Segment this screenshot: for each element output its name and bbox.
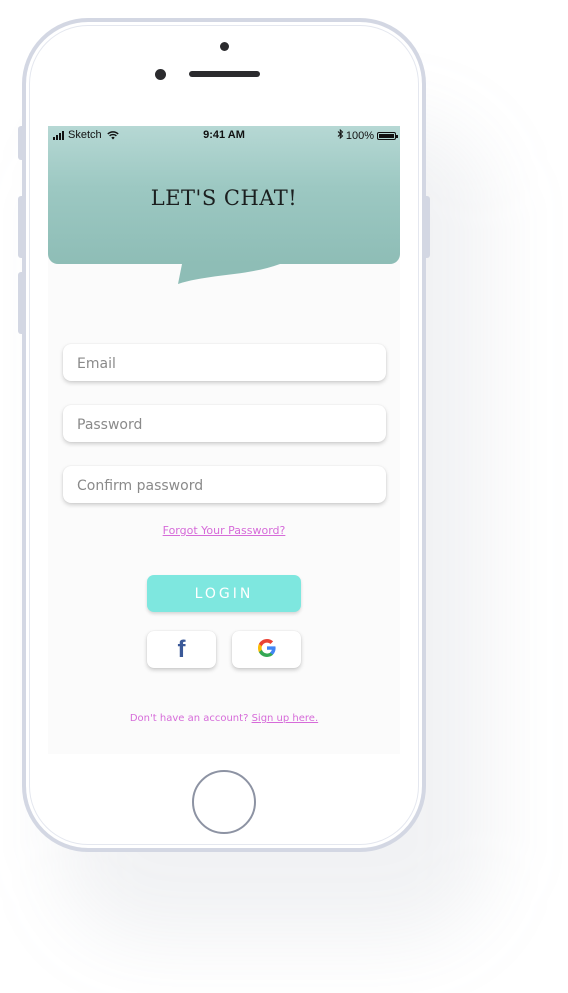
home-button[interactable]: [192, 770, 256, 834]
forgot-password-link[interactable]: Forgot Your Password?: [48, 524, 400, 537]
bluetooth-icon: [337, 128, 344, 142]
status-right: 100%: [337, 128, 398, 142]
login-button[interactable]: LOGIN: [147, 575, 301, 612]
password-field[interactable]: [63, 405, 386, 444]
password-input[interactable]: [75, 405, 378, 444]
earpiece-speaker: [189, 71, 260, 77]
signup-link[interactable]: Sign up here.: [252, 713, 319, 724]
battery-percent: 100%: [345, 129, 374, 142]
app-screen: Sketch 9:41 AM 100% LET'S CHAT! Email Fo…: [48, 126, 400, 754]
facebook-login-button[interactable]: f: [147, 631, 216, 668]
confirm-password-input[interactable]: [75, 466, 378, 505]
google-login-button[interactable]: [232, 631, 301, 668]
battery-icon: [377, 131, 398, 140]
signup-prompt-text: Don't have an account?: [129, 713, 249, 724]
proximity-sensor: [155, 69, 166, 80]
status-bar: Sketch 9:41 AM 100%: [48, 126, 400, 146]
chat-header: Sketch 9:41 AM 100% LET'S CHAT!: [48, 126, 400, 264]
email-input[interactable]: [75, 344, 378, 383]
facebook-icon: f: [177, 635, 186, 663]
confirm-password-field[interactable]: [63, 466, 386, 505]
email-field[interactable]: [63, 344, 386, 383]
app-title: LET'S CHAT!: [150, 186, 298, 210]
speech-bubble-tail: [178, 264, 280, 284]
stage: Sketch 9:41 AM 100% LET'S CHAT! Email Fo…: [0, 0, 568, 993]
signup-prompt-row: Don't have an account? Sign up here.: [48, 713, 400, 724]
google-icon: [257, 638, 276, 661]
front-camera: [220, 42, 229, 51]
